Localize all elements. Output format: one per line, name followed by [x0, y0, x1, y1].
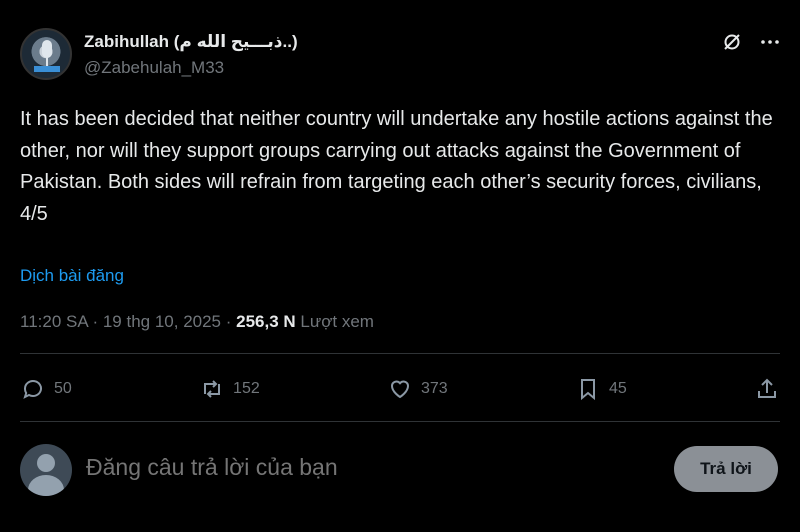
user-avatar[interactable]	[20, 444, 72, 496]
reply-input[interactable]	[86, 454, 646, 481]
like-action[interactable]: 373	[387, 376, 448, 402]
header-icons	[722, 32, 780, 56]
tweet-text: It has been decided that neither country…	[20, 104, 790, 230]
tweet-meta: 11:20 SA · 19 thg 10, 2025 · 256,3 N Lượ…	[20, 312, 374, 332]
reply-button[interactable]: Trả lời	[674, 446, 778, 492]
heart-icon	[390, 380, 410, 399]
tweet-header: Zabihullah (ذبـــيح الله م..) @Zabehulah…	[20, 28, 780, 82]
views-count: 256,3 N	[236, 312, 296, 331]
repost-icon	[204, 380, 221, 398]
author-avatar[interactable]	[20, 28, 72, 80]
bookmark-count: 45	[608, 380, 627, 397]
repost-action[interactable]: 152	[199, 376, 260, 402]
like-count: 373	[421, 380, 448, 397]
divider	[20, 421, 780, 422]
author-display-name[interactable]: Zabihullah (ذبـــيح الله م..)	[84, 32, 298, 52]
bookmark-icon	[580, 379, 595, 401]
tweet-time[interactable]: 11:20 SA · 19 thg 10, 2025 ·	[20, 312, 236, 331]
reply-action[interactable]: 50	[20, 376, 72, 402]
share-action[interactable]	[754, 376, 780, 402]
reply-count: 50	[54, 380, 72, 397]
translate-post-link[interactable]: Dịch bài đăng	[20, 266, 124, 286]
action-bar: 50 152 373 45	[20, 372, 780, 406]
author-handle[interactable]: @Zabehulah_M33	[84, 58, 224, 78]
reply-icon	[23, 380, 42, 399]
share-icon	[758, 378, 776, 398]
more-icon[interactable]	[760, 32, 780, 56]
bookmark-action[interactable]: 45	[575, 376, 627, 402]
divider	[20, 353, 780, 354]
grok-icon[interactable]	[722, 32, 742, 56]
tweet-body: It has been decided that neither country…	[20, 108, 773, 225]
repost-count: 152	[233, 380, 260, 397]
views-label: Lượt xem	[295, 312, 374, 331]
reply-composer: Trả lời	[20, 440, 780, 496]
